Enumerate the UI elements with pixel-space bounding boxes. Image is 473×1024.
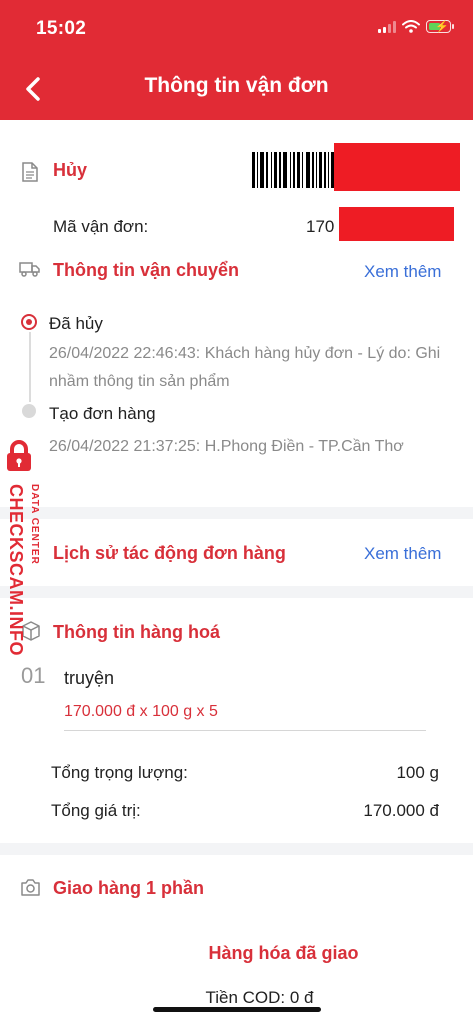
document-icon (22, 162, 38, 182)
tracking-code-value: 170 (306, 217, 335, 236)
timeline-dot (22, 404, 36, 418)
barcode-redaction (334, 143, 460, 191)
page-title: Thông tin vận đơn (144, 74, 329, 97)
status-icons: ⚡ (378, 20, 454, 33)
shipping-info-title: Thông tin vận chuyển (53, 260, 240, 280)
total-weight-label: Tổng trọng lượng: (51, 763, 188, 782)
history-title: Lịch sử tác động đơn hàng (53, 543, 286, 563)
watermark-line1: DATA CENTER (29, 484, 40, 565)
timeline-dot-active (21, 314, 37, 330)
battery-charging-icon: ⚡ (426, 20, 454, 33)
barcode (252, 152, 334, 188)
total-value-label: Tổng giá trị: (51, 801, 141, 820)
total-value-value: 170.000 đ (363, 801, 439, 820)
truck-icon (19, 262, 40, 277)
event-detail: 26/04/2022 22:46:43: Khách hàng hủy đơn … (49, 345, 441, 390)
shipping-more-link[interactable]: Xem thêm (364, 262, 441, 282)
item-divider (64, 730, 426, 731)
event-detail: 26/04/2022 21:37:25: H.Phong Điền - TP.C… (49, 438, 404, 455)
delivered-goods-label: Hàng hóa đã giao (208, 943, 359, 963)
total-weight-value: 100 g (396, 763, 439, 782)
cellular-signal-icon (378, 20, 396, 33)
section-separator (0, 843, 473, 855)
tracking-code-redaction (339, 207, 454, 241)
item-price-line: 170.000 đ x 100 g x 5 (64, 703, 218, 720)
wifi-icon (402, 20, 420, 33)
timeline-line (29, 332, 31, 402)
history-more-link[interactable]: Xem thêm (364, 544, 441, 564)
lock-icon (7, 440, 31, 471)
cod-amount: Tiền COD: 0 đ (205, 988, 314, 1007)
section-separator (0, 586, 473, 598)
camera-icon (21, 879, 40, 896)
section-separator (0, 507, 473, 519)
status-time: 15:02 (36, 18, 87, 39)
event-status: Đã hủy (49, 314, 103, 333)
partial-delivery-title: Giao hàng 1 phần (53, 878, 205, 898)
watermark-line2: CHECKSCAM.INFO (6, 484, 26, 656)
order-status: Hủy (53, 160, 88, 180)
event-status: Tạo đơn hàng (49, 404, 156, 423)
watermark: DATA CENTER CHECKSCAM.INFO (0, 440, 44, 670)
home-indicator[interactable] (153, 1007, 321, 1012)
item-name: truyện (64, 668, 115, 688)
tracking-code-label: Mã vận đơn: (53, 217, 149, 236)
app-header: 15:02 ⚡ Thông tin vận đơn (0, 0, 473, 120)
goods-info-title: Thông tin hàng hoá (53, 622, 220, 642)
